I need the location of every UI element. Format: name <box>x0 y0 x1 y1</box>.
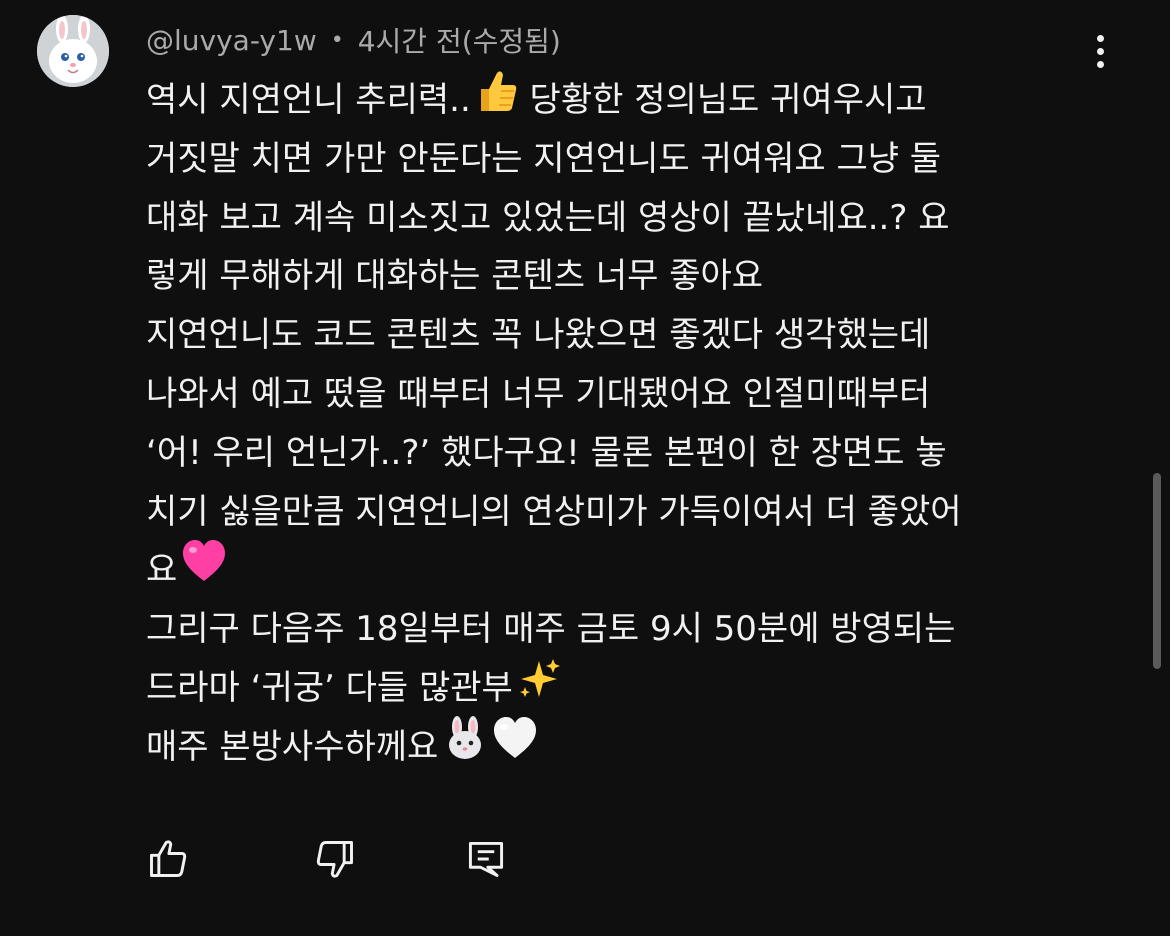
comment-text: 역시 지연언니 추리력.. <box>146 80 471 120</box>
comment-text: 매주 본방사수하께요 <box>146 726 439 767</box>
comment-text: 렇게 무해하게 대화하는 콘텐츠 너무 좋아요 <box>146 256 764 297</box>
scrollbar-thumb[interactable] <box>1153 473 1161 669</box>
comment-line: 거짓말 치면 가만 안둔다는 지연언니도 귀여워요 그냥 둘 <box>146 130 1106 189</box>
pink-heart-icon <box>181 539 227 602</box>
thumbs-down-outline-icon <box>316 841 353 878</box>
like-button[interactable] <box>145 836 191 882</box>
comment-line: 대화 보고 계속 미소짓고 있었는데 영상이 끝났네요..? 요 <box>146 189 1106 248</box>
author-name[interactable]: @luvya-y1w <box>146 24 317 57</box>
dislike-button[interactable] <box>312 836 358 882</box>
comment-line: 렇게 무해하게 대화하는 콘텐츠 너무 좋아요 <box>146 247 1106 306</box>
avatar[interactable] <box>37 15 109 87</box>
thumbs-up-outline-icon <box>150 840 187 877</box>
comment-line: 그리구 다음주 18일부터 매주 금토 9시 50분에 방영되는 <box>146 600 1106 659</box>
comment-reply-icon <box>468 841 504 877</box>
sparkles-icon <box>517 657 561 720</box>
reply-button[interactable] <box>463 836 509 882</box>
rabbit-face-icon <box>442 715 488 780</box>
comment-line: 나와서 예고 떴을 때부터 너무 기대됐어요 인절미때부터 <box>146 365 1106 424</box>
comment-text: 치기 싫을만큼 지연언니의 연상미가 가득이여서 더 좋았어 <box>146 491 962 532</box>
white-heart-icon <box>492 716 538 779</box>
comment-line: 치기 싫을만큼 지연언니의 연상미가 가득이여서 더 좋았어 <box>146 483 1106 542</box>
comment-text: 요 <box>146 550 178 591</box>
comment-line: ‘어! 우리 언닌가..?’ 했다구요! 물론 본편이 한 장면도 놓 <box>146 424 1106 483</box>
meta-separator: • <box>330 27 344 53</box>
comment-line: 매주 본방사수하께요 <box>146 715 1106 780</box>
menu-dot <box>1096 47 1104 55</box>
comment-text: 나와서 예고 떴을 때부터 너무 기대됐어요 인절미때부터 <box>146 373 931 414</box>
comment-text: 지연언니도 코드 콘텐츠 꼭 나왔으면 좋겠다 생각했는데 <box>146 315 931 356</box>
comment-timestamp[interactable]: 4시간 전(수정됨) <box>358 20 561 60</box>
comment-header: @luvya-y1w • 4시간 전(수정됨) <box>146 18 561 62</box>
comment-text: 그리구 다음주 18일부터 매주 금토 9시 50분에 방영되는 <box>146 609 956 650</box>
comment-text: 당황한 정의님도 귀여우시고 <box>518 80 927 120</box>
menu-dot <box>1096 60 1104 68</box>
thumbs-up-icon <box>475 67 519 134</box>
comment-body: 역시 지연언니 추리력.. 당황한 정의님도 귀여우시고 거짓말 치면 가만 안… <box>146 71 1106 777</box>
comment-text: 거짓말 치면 가만 안둔다는 지연언니도 귀여워요 그냥 둘 <box>146 138 942 179</box>
bunny-avatar-icon <box>37 15 109 87</box>
comment-text: 드라마 ‘귀궁’ 다들 많관부 <box>146 667 513 708</box>
comment-line: 지연언니도 코드 콘텐츠 꼭 나왔으면 좋겠다 생각했는데 <box>146 306 1106 365</box>
menu-dot <box>1096 34 1104 42</box>
comment-line: 요 <box>146 539 1106 602</box>
more-options-button[interactable] <box>1080 26 1120 76</box>
comment-text: ‘어! 우리 언닌가..?’ 했다구요! 물론 본편이 한 장면도 놓 <box>146 432 947 473</box>
comment-text: 대화 보고 계속 미소짓고 있었는데 영상이 끝났네요..? 요 <box>146 197 950 238</box>
comment-line: 역시 지연언니 추리력.. 당황한 정의님도 귀여우시고 <box>146 71 1106 130</box>
comment-line: 드라마 ‘귀궁’ 다들 많관부 <box>146 657 1106 720</box>
